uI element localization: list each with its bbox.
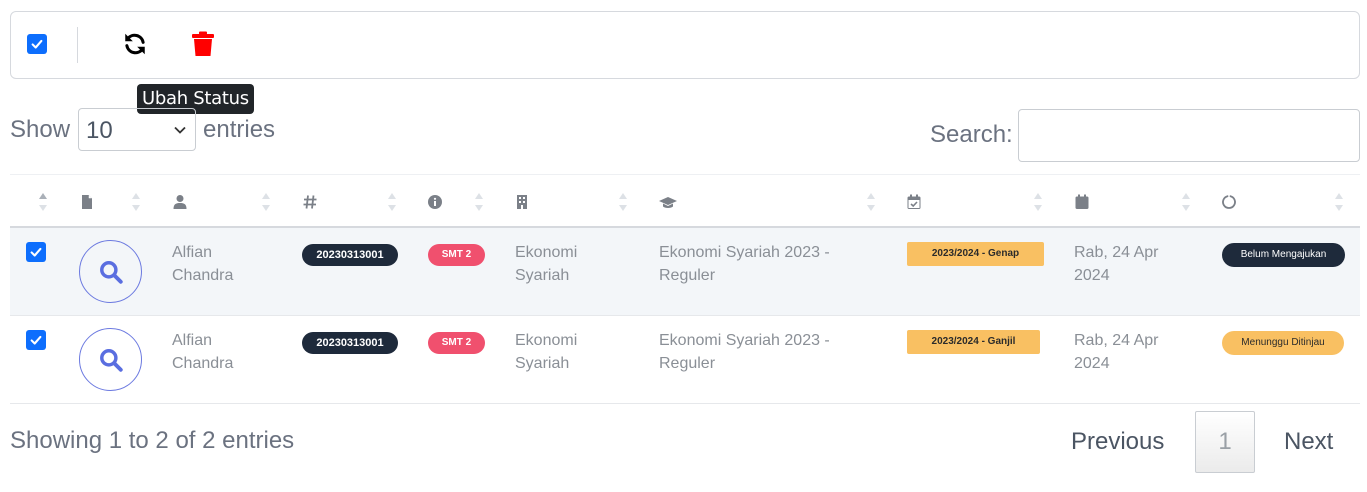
info-icon bbox=[428, 195, 442, 209]
kelas: Ekonomi Syariah 2023 - Reguler bbox=[659, 332, 830, 372]
period-badge: 2023/2024 - Genap bbox=[907, 242, 1044, 266]
select-all-checkbox[interactable] bbox=[27, 34, 47, 54]
semester-badge: SMT 2 bbox=[428, 332, 485, 354]
table-row: Alfian Chandra 20230313001 SMT 2 Ekonomi S… bbox=[10, 316, 1360, 404]
entries-length-select[interactable]: 10 bbox=[78, 108, 196, 151]
sort-icon[interactable] bbox=[1033, 190, 1043, 214]
student-name: Alfian Chandra bbox=[172, 332, 234, 372]
sort-icon[interactable] bbox=[1181, 190, 1191, 214]
refresh-icon[interactable] bbox=[122, 31, 148, 57]
search-icon bbox=[99, 348, 123, 372]
chevron-down-icon bbox=[174, 126, 186, 134]
search-input[interactable] bbox=[1018, 109, 1360, 162]
user-icon bbox=[173, 195, 187, 209]
next-page-button[interactable]: Next bbox=[1284, 428, 1333, 456]
table-info: Showing 1 to 2 of 2 entries bbox=[10, 427, 295, 454]
building-icon bbox=[517, 195, 527, 209]
bulk-action-toolbar bbox=[10, 11, 1360, 79]
sort-icon[interactable] bbox=[38, 190, 48, 214]
date: Rab, 24 Apr 2024 bbox=[1074, 332, 1159, 372]
student-name: Alfian Chandra bbox=[172, 244, 234, 284]
sort-icon[interactable] bbox=[387, 190, 397, 214]
page-1-button[interactable]: 1 bbox=[1195, 411, 1255, 473]
sort-icon[interactable] bbox=[261, 190, 271, 214]
row-checkbox[interactable] bbox=[26, 330, 46, 350]
view-detail-button[interactable] bbox=[79, 240, 142, 303]
semester-badge: SMT 2 bbox=[428, 244, 485, 266]
entries-label: entries bbox=[203, 116, 276, 143]
nim-badge: 20230313001 bbox=[302, 332, 398, 354]
calendar-check-icon bbox=[907, 194, 921, 209]
nim-badge: 20230313001 bbox=[302, 244, 398, 266]
calendar-icon bbox=[1075, 194, 1089, 209]
graduation-cap-icon bbox=[659, 197, 677, 208]
period-badge: 2023/2024 - Ganjil bbox=[907, 330, 1040, 354]
sort-icon[interactable] bbox=[618, 190, 628, 214]
circle-notch-icon bbox=[1222, 195, 1236, 209]
search-icon bbox=[99, 260, 123, 284]
file-icon bbox=[82, 195, 92, 209]
table-header bbox=[10, 174, 1360, 228]
sort-icon[interactable] bbox=[474, 190, 484, 214]
sort-icon[interactable] bbox=[866, 190, 876, 214]
previous-page-button[interactable]: Previous bbox=[1071, 428, 1164, 456]
prodi: Ekonomi Syariah bbox=[515, 332, 578, 372]
toolbar-divider bbox=[77, 27, 78, 63]
status-badge: Menunggu Ditinjau bbox=[1222, 331, 1344, 355]
status-badge: Belum Mengajukan bbox=[1222, 243, 1345, 267]
search-label: Search: bbox=[930, 121, 1013, 148]
prodi: Ekonomi Syariah bbox=[515, 244, 578, 284]
table-row: Alfian Chandra 20230313001 SMT 2 Ekonomi S… bbox=[10, 228, 1360, 316]
date: Rab, 24 Apr 2024 bbox=[1074, 244, 1159, 284]
sort-icon[interactable] bbox=[131, 190, 141, 214]
entries-length-value: 10 bbox=[86, 117, 113, 144]
data-table: Alfian Chandra 20230313001 SMT 2 Ekonomi S… bbox=[10, 174, 1360, 404]
show-label: Show bbox=[10, 116, 71, 143]
trash-icon[interactable] bbox=[191, 31, 215, 57]
kelas: Ekonomi Syariah 2023 - Reguler bbox=[659, 244, 830, 284]
view-detail-button[interactable] bbox=[79, 328, 142, 391]
sort-icon[interactable] bbox=[1334, 190, 1344, 214]
row-checkbox[interactable] bbox=[26, 242, 46, 262]
hash-icon bbox=[303, 195, 317, 209]
